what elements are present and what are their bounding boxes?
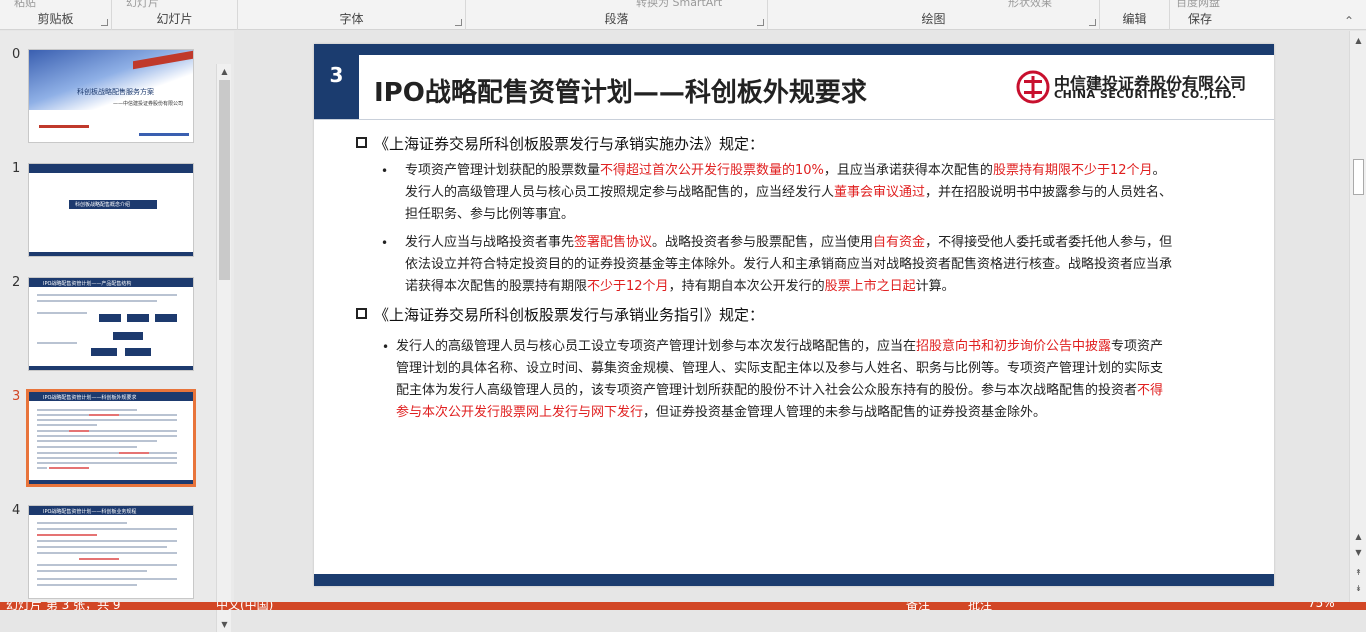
company-logo: 中信建投证券股份有限公司 CHINA SECURITIES CO.,LTD. <box>1016 70 1246 106</box>
bullet-paragraph-1[interactable]: • 专项资产管理计划获配的股票数量不得超过首次公开发行股票数量的10%，且应当承… <box>381 160 1241 226</box>
bullet-line: 依法设立并符合特定投资目的的证券投资基金等主体除外。发行人和主承销商应当对战略投… <box>405 257 1173 272</box>
ribbon-group-label: 幻灯片 <box>156 12 193 26</box>
bullet-line: 担任职务、参与比例等事宜。 <box>405 207 575 222</box>
thumbnail-image[interactable]: 科创板战略配售服务方案 ——中信建投证券股份有限公司 <box>28 49 194 143</box>
thumbnail-title: 科创板战略配售概念介绍 <box>75 202 131 208</box>
thumbnail-scrollbar[interactable]: ▲ ▼ <box>216 64 231 632</box>
scroll-up-icon[interactable]: ▲ <box>1353 531 1364 542</box>
bullet-line: 发行人的高级管理人员与核心员工设立专项资产管理计划参与本次发行战略配售的，应当在… <box>396 339 1164 354</box>
ribbon-group-label: 剪贴板 <box>37 12 74 26</box>
ribbon-group-label: 字体 <box>339 12 364 26</box>
ribbon-group-drawing[interactable]: 形状效果 绘图 <box>768 0 1100 30</box>
thumbnail-image[interactable]: IPO战略配售资管计划——科创板外规要求 <box>26 389 196 487</box>
shape-effects-label[interactable]: 形状效果 <box>1008 0 1052 10</box>
thumbnail-subtitle: ——中信建投证券股份有限公司 <box>113 101 184 107</box>
ribbon-group-paragraph[interactable]: 转换为 SmartArt 段落 <box>466 0 768 30</box>
thumbnail-title: IPO战略配售资管计划——科创板外规要求 <box>43 395 137 401</box>
bullet-dot-icon: • <box>382 340 390 354</box>
ribbon-group-slides[interactable]: 幻灯片 幻灯片 <box>112 0 238 30</box>
bullet-line: 发行人的高级管理人员与核心员工按照规定参与战略配售的，应当经发行人董事会审议通过… <box>405 185 1173 200</box>
bullet-line: 诺获得本次配售的股票持有期限不少于12个月，持有期自本次公开发行的股票上市之日起… <box>405 279 955 294</box>
chevron-up-icon[interactable]: ⌃ <box>1344 14 1354 28</box>
thumbnail-number: 3 <box>12 389 21 404</box>
ribbon-group-clipboard[interactable]: 粘贴 剪贴板 <box>0 0 112 30</box>
citic-logo-icon <box>1016 70 1050 104</box>
dialog-launcher-icon[interactable] <box>757 19 764 26</box>
scrollbar-thumb[interactable] <box>219 80 230 280</box>
dialog-launcher-icon[interactable] <box>1089 19 1096 26</box>
language-status[interactable]: 中文(中国) <box>216 602 273 610</box>
new-slide-label[interactable]: 幻灯片 <box>126 0 159 10</box>
bullet-line: 发行人应当与战略投资者事先签署配售协议。战略投资者参与股票配售，应当使用自有资金… <box>405 235 1173 250</box>
status-bar: 幻灯片 第 3 张，共 9 中文(中国) 备注 批注 75% <box>0 602 1366 610</box>
scrollbar-thumb[interactable] <box>1353 159 1364 195</box>
thumbnail-title: IPO战略配售资管计划——科创板业务规程 <box>43 509 137 515</box>
ribbon-group-label: 段落 <box>604 12 629 26</box>
ribbon-group-font[interactable]: 字体 <box>238 0 466 30</box>
scroll-up-icon[interactable]: ▲ <box>1353 35 1364 46</box>
thumbnail-number: 2 <box>12 275 21 290</box>
ribbon: 粘贴 剪贴板 幻灯片 幻灯片 字体 转换为 SmartArt 段落 形状效果 绘… <box>0 0 1366 30</box>
slide-bottom-bar <box>314 574 1274 586</box>
bullet-line: 管理计划的具体名称、设立时间、募集资金规模、管理人、实际支配主体以及参与人姓名、… <box>396 361 1164 376</box>
slide-count-status: 幻灯片 第 3 张，共 9 <box>6 602 121 610</box>
scroll-up-icon[interactable]: ▲ <box>219 66 230 77</box>
bullet-dot-icon: • <box>381 236 389 250</box>
slide-editing-canvas[interactable]: 3 IPO战略配售资管计划——科创板外规要求 中信建投证券股份有限公司 CHIN… <box>236 31 1348 602</box>
square-bullet-icon <box>356 308 367 319</box>
thumbnail-number: 0 <box>12 47 21 62</box>
dialog-launcher-icon[interactable] <box>455 19 462 26</box>
previous-slide-icon[interactable]: ↟ <box>1353 567 1364 578</box>
comments-button[interactable]: 批注 <box>968 602 992 610</box>
zoom-level[interactable]: 75% <box>1308 602 1335 610</box>
next-slide-icon[interactable]: ↡ <box>1353 583 1364 594</box>
thumbnail-image[interactable]: 科创板战略配售概念介绍 <box>28 163 194 257</box>
scroll-down-icon[interactable]: ▼ <box>219 619 230 630</box>
thumbnail-title: IPO战略配售资管计划——产品配售结构 <box>43 281 132 287</box>
thumbnail-image[interactable]: IPO战略配售资管计划——科创板业务规程 <box>28 505 194 599</box>
paste-label[interactable]: 粘贴 <box>14 0 36 10</box>
bullet-dot-icon: • <box>381 164 389 178</box>
thumbnail-image[interactable]: IPO战略配售资管计划——产品配售结构 <box>28 277 194 371</box>
notes-button[interactable]: 备注 <box>906 602 930 610</box>
thumbnail-number: 1 <box>12 161 21 176</box>
thumbnail-number: 4 <box>12 503 21 518</box>
ribbon-group-label: 绘图 <box>921 12 946 26</box>
bullet-line: 参与本次公开发行股票网上发行与网下发行，但证券投资基金管理人管理的未参与战略配售… <box>396 405 1047 420</box>
bullet-line: 专项资产管理计划获配的股票数量不得超过首次公开发行股票数量的10%，且应当承诺获… <box>405 163 1166 178</box>
slide-top-bar <box>314 44 1274 55</box>
square-bullet-icon <box>356 137 367 148</box>
logo-english-name: CHINA SECURITIES CO.,LTD. <box>1054 88 1237 101</box>
canvas-scrollbar[interactable]: ▲ ▲ ▼ ↟ ↡ <box>1349 31 1366 602</box>
section-text: 《上海证券交易所科创板股票发行与承销实施办法》规定： <box>374 135 765 153</box>
thumbnail-title: 科创板战略配售服务方案 <box>77 88 154 96</box>
bullet-paragraph-3[interactable]: • 发行人的高级管理人员与核心员工设立专项资产管理计划参与本次发行战略配售的，应… <box>382 336 1242 424</box>
title-divider <box>314 119 1274 120</box>
dialog-launcher-icon[interactable] <box>101 19 108 26</box>
bullet-paragraph-2[interactable]: • 发行人应当与战略投资者事先签署配售协议。战略投资者参与股票配售，应当使用自有… <box>381 232 1241 298</box>
ribbon-group-editing[interactable]: 编辑 <box>1100 0 1170 30</box>
bullet-line: 配主体为发行人高级管理人员的，该专项资产管理计划所获配的股份不计入社会公众股东持… <box>396 383 1164 398</box>
section-text: 《上海证券交易所科创板股票发行与承销业务指引》规定： <box>374 306 765 324</box>
slide-number-box: 3 <box>314 55 359 119</box>
scroll-down-icon[interactable]: ▼ <box>1353 547 1364 558</box>
slide-thumbnail-pane: 0 科创板战略配售服务方案 ——中信建投证券股份有限公司 1 科创板战略配售概念… <box>0 31 234 632</box>
baidu-netdisk-label[interactable]: 百度网盘 <box>1176 0 1220 10</box>
slide[interactable]: 3 IPO战略配售资管计划——科创板外规要求 中信建投证券股份有限公司 CHIN… <box>314 44 1274 586</box>
ribbon-group-label: 编辑 <box>1122 12 1147 26</box>
ribbon-group-save[interactable]: 百度网盘 保存 <box>1170 0 1230 30</box>
smartart-label[interactable]: 转换为 SmartArt <box>636 0 722 10</box>
slide-title[interactable]: IPO战略配售资管计划——科创板外规要求 <box>374 72 867 109</box>
ribbon-group-label: 保存 <box>1187 12 1212 26</box>
